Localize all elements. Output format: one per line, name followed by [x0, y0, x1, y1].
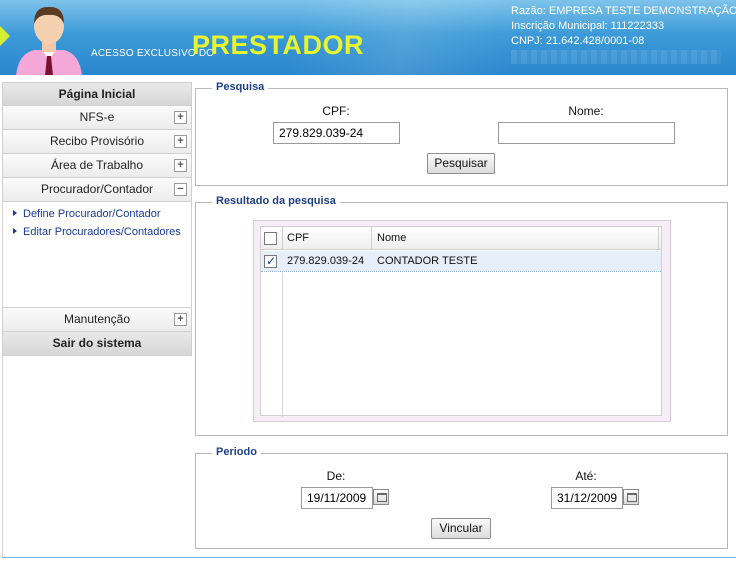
de-date-input[interactable]: 19/11/2009 — [301, 487, 373, 509]
results-grid: CPF Nome 279.829.039-24 CONTADOR TESTE — [253, 220, 671, 422]
table-row[interactable]: 279.829.039-24 CONTADOR TESTE — [261, 251, 661, 272]
collapse-icon[interactable]: − — [174, 183, 187, 196]
submenu-item-editar-procuradores[interactable]: Editar Procuradores/Contadores — [3, 224, 191, 242]
de-label: De: — [326, 469, 346, 483]
sidebar-item-label: Manutenção — [63, 312, 131, 326]
sidebar-item-pagina-inicial[interactable]: Página Inicial — [2, 82, 192, 106]
column-divider — [658, 227, 659, 250]
sidebar-item-label: Recibo Provisório — [49, 134, 145, 148]
column-header-cpf[interactable]: CPF — [287, 232, 309, 244]
submenu-item-label: Define Procurador/Contador — [23, 208, 161, 220]
sidebar-item-sair[interactable]: Sair do sistema — [2, 332, 192, 356]
calendar-icon[interactable] — [373, 489, 389, 505]
pesquisar-button[interactable]: Pesquisar — [427, 153, 495, 174]
sidebar-item-nfse[interactable]: NFS-e + — [2, 106, 192, 130]
select-all-checkbox[interactable] — [264, 232, 277, 245]
sidebar-item-recibo-provisorio[interactable]: Recibo Provisório + — [2, 130, 192, 154]
company-cnpj: CNPJ: 21.642.428/0001-08 — [511, 35, 645, 47]
cpf-label: CPF: — [322, 104, 350, 118]
sidebar-item-label: Procurador/Contador — [40, 182, 154, 196]
nome-label: Nome: — [568, 104, 604, 118]
nome-input[interactable] — [498, 122, 675, 144]
bullet-arrow-icon — [13, 210, 17, 216]
row-checkbox[interactable] — [264, 254, 277, 268]
sidebar-item-procurador-contador[interactable]: Procurador/Contador − — [2, 178, 192, 202]
sidebar-item-label: NFS-e — [79, 110, 115, 124]
page-border — [2, 82, 3, 558]
sidebar-item-label: Sair do sistema — [52, 336, 142, 350]
results-table: CPF Nome 279.829.039-24 CONTADOR TESTE — [260, 226, 662, 417]
sidebar-item-area-de-trabalho[interactable]: Área de Trabalho + — [2, 154, 192, 178]
resultado-legend: Resultado da pesquisa — [212, 195, 340, 207]
expand-icon[interactable]: + — [174, 313, 187, 326]
header-banner: ACESSO EXCLUSIVO DO PRESTADOR Razão: EMP… — [0, 0, 736, 75]
sidebar-item-label: Página Inicial — [58, 87, 136, 101]
bullet-arrow-icon — [13, 228, 17, 234]
sidebar-submenu: Define Procurador/Contador Editar Procur… — [2, 202, 192, 308]
footer-divider — [2, 557, 736, 558]
pesquisa-legend: Pesquisa — [212, 81, 269, 93]
column-divider — [371, 227, 372, 250]
arrow-icon — [0, 26, 10, 46]
column-divider — [282, 227, 283, 250]
user-avatar-icon — [16, 6, 82, 75]
submenu-item-label: Editar Procuradores/Contadores — [23, 226, 181, 238]
column-divider — [282, 273, 283, 417]
column-header-nome[interactable]: Nome — [377, 232, 406, 244]
company-info: Razão: EMPRESA TESTE DEMONSTRAÇÃO Inscri… — [511, 4, 736, 49]
company-inscricao: Inscrição Municipal: 111222333 — [511, 20, 665, 32]
expand-icon[interactable]: + — [174, 135, 187, 148]
cell-cpf: 279.829.039-24 — [287, 255, 365, 267]
calendar-icon[interactable] — [623, 489, 639, 505]
ate-date-input[interactable]: 31/12/2009 — [551, 487, 623, 509]
sidebar-item-manutencao[interactable]: Manutenção + — [2, 308, 192, 332]
expand-icon[interactable]: + — [174, 111, 187, 124]
cell-nome: CONTADOR TESTE — [377, 255, 478, 267]
vincular-button[interactable]: Vincular — [431, 518, 491, 539]
sidebar-menu: Página Inicial NFS-e + Recibo Provisório… — [2, 82, 192, 356]
submenu-item-define-procurador[interactable]: Define Procurador/Contador — [3, 206, 191, 224]
expand-icon[interactable]: + — [174, 159, 187, 172]
brand-title: PRESTADOR — [192, 30, 365, 60]
ate-label: Até: — [575, 469, 597, 483]
table-header: CPF Nome — [261, 227, 661, 250]
cpf-input[interactable]: 279.829.039-24 — [273, 122, 400, 144]
header-faint-decoration — [511, 50, 721, 64]
company-razao: Razão: EMPRESA TESTE DEMONSTRAÇÃO — [511, 5, 736, 17]
periodo-legend: Periodo — [212, 446, 261, 458]
sidebar-item-label: Área de Trabalho — [50, 158, 144, 172]
